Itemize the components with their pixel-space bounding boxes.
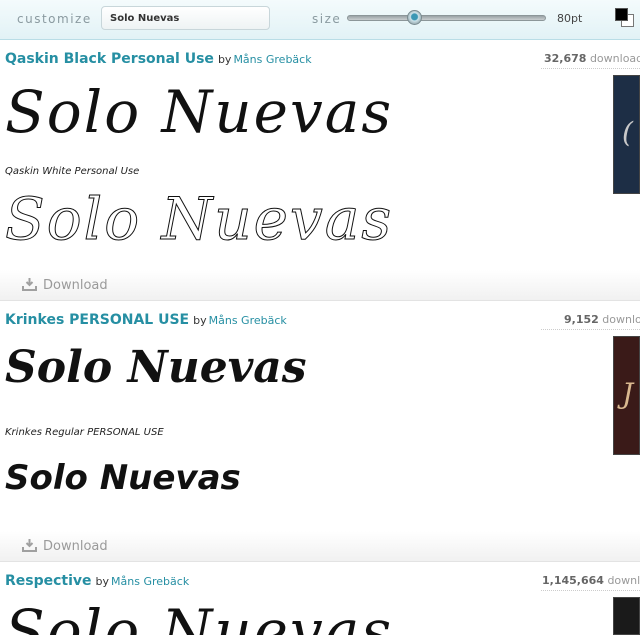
author-link[interactable]: Måns Grebäck bbox=[111, 575, 189, 588]
size-slider-handle[interactable] bbox=[407, 10, 423, 25]
download-count-suffix: downloads bbox=[602, 313, 640, 326]
download-button[interactable]: Download bbox=[22, 538, 108, 554]
download-count-number: 9,152 bbox=[564, 313, 599, 326]
font-style-preview: Solo Nuevas bbox=[5, 458, 241, 498]
font-entry-header: Respective by Måns Grebäck bbox=[5, 573, 189, 589]
download-count-suffix: downloads bbox=[607, 574, 640, 587]
font-entry-header: Krinkes PERSONAL USE by Måns Grebäck bbox=[5, 312, 287, 328]
by-label: by bbox=[95, 575, 110, 588]
font-style-label: Qaskin White Personal Use bbox=[5, 166, 140, 177]
size-label: size bbox=[312, 12, 342, 26]
by-label: by bbox=[217, 53, 232, 66]
font-title-link[interactable]: Krinkes PERSONAL USE bbox=[5, 312, 189, 328]
download-count-number: 32,678 bbox=[544, 52, 587, 65]
author-link[interactable]: Måns Grebäck bbox=[233, 53, 311, 66]
download-count: 1,145,664 downloads bbox=[540, 574, 640, 592]
font-preview: Solo Nuevas bbox=[5, 342, 307, 393]
download-count-suffix: downloads bbox=[589, 52, 640, 65]
size-slider-track[interactable] bbox=[347, 15, 546, 21]
size-value: 80pt bbox=[557, 12, 583, 25]
font-thumbnail[interactable]: J bbox=[613, 336, 640, 455]
font-title-link[interactable]: Respective bbox=[5, 573, 92, 589]
font-style-preview: Solo Nuevas bbox=[4, 185, 394, 254]
download-label: Download bbox=[43, 278, 108, 293]
download-label: Download bbox=[43, 539, 108, 554]
font-style-label: Krinkes Regular PERSONAL USE bbox=[5, 427, 164, 438]
customize-label: customize bbox=[17, 12, 92, 26]
customize-toolbar: customize size 80pt bbox=[0, 0, 640, 40]
by-label: by bbox=[193, 314, 207, 327]
download-icon bbox=[22, 278, 37, 291]
author-link[interactable]: Måns Grebäck bbox=[209, 314, 287, 327]
font-thumbnail[interactable]: ( bbox=[613, 75, 640, 194]
download-bar: Download bbox=[0, 270, 640, 301]
font-entry-header: Qaskin Black Personal Use by Måns Grebäck bbox=[5, 51, 312, 67]
download-count: 9,152 downloads bbox=[540, 313, 640, 331]
download-button[interactable]: Download bbox=[22, 277, 108, 293]
download-bar: Download bbox=[0, 531, 640, 562]
font-thumbnail[interactable] bbox=[613, 597, 640, 635]
font-title-link[interactable]: Qaskin Black Personal Use bbox=[5, 51, 214, 67]
download-icon bbox=[22, 539, 37, 552]
download-count-number: 1,145,664 bbox=[542, 574, 604, 587]
download-count: 32,678 downloads bbox=[540, 52, 640, 70]
font-preview: Solo Nuevas bbox=[5, 597, 394, 635]
font-preview: Solo Nuevas bbox=[5, 78, 394, 146]
preview-text-input[interactable] bbox=[101, 6, 270, 30]
foreground-color-swatch[interactable] bbox=[615, 8, 628, 21]
